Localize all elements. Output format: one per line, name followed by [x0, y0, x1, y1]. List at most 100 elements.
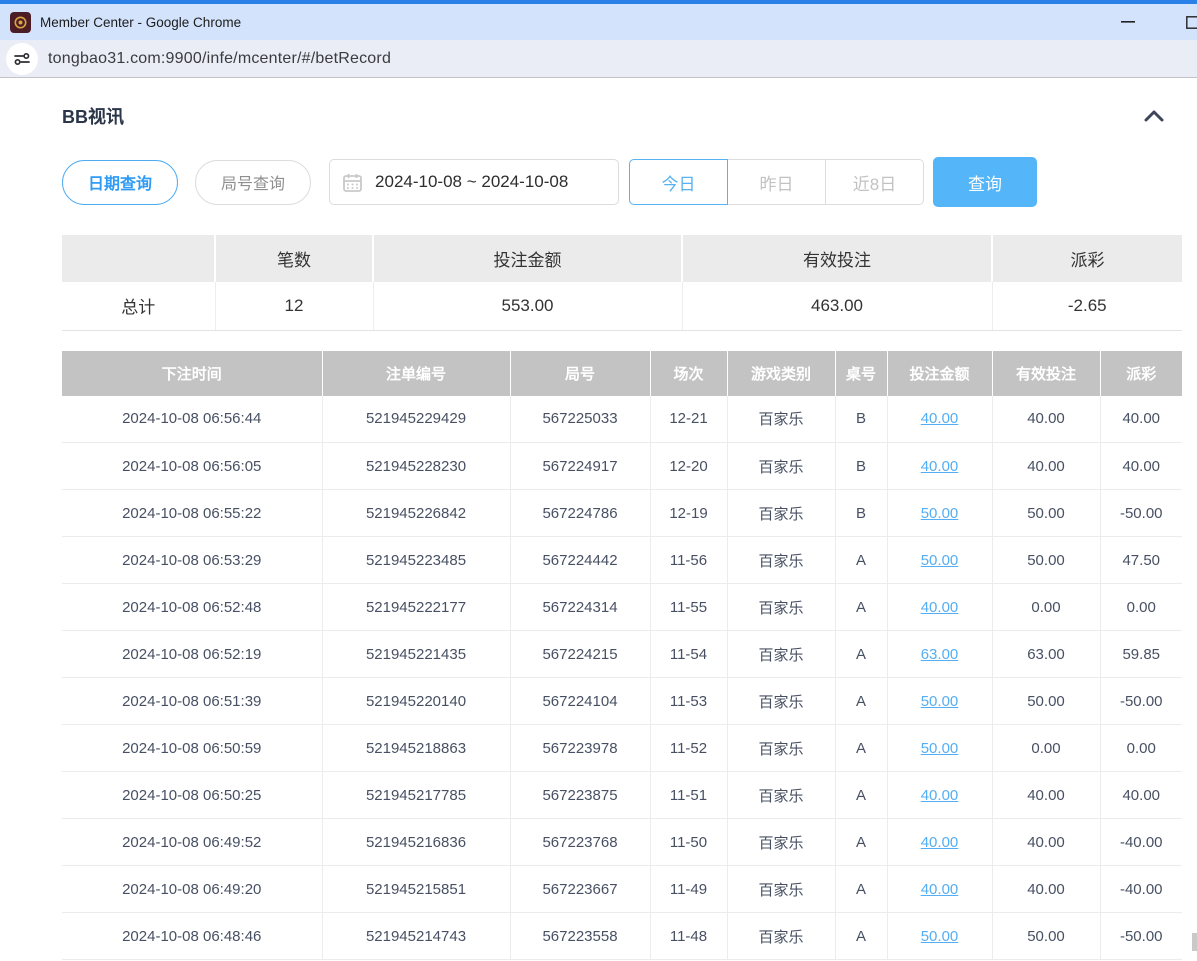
session-cell: 11-49	[650, 866, 727, 913]
game-type-cell: 百家乐	[727, 819, 835, 866]
bet-amount-link[interactable]: 40.00	[921, 881, 959, 898]
bet-amount-link[interactable]: 63.00	[921, 646, 959, 663]
game-type-cell: 百家乐	[727, 772, 835, 819]
url-bar[interactable]: tongbao31.com:9900/infe/mcenter/#/betRec…	[0, 40, 1197, 78]
valid-bet-cell: 0.00	[992, 725, 1100, 772]
url-text[interactable]: tongbao31.com:9900/infe/mcenter/#/betRec…	[48, 50, 391, 68]
records-header-row: 下注时间 注单编号 局号 场次 游戏类别 桌号 投注金额 有效投注 派彩	[62, 351, 1182, 396]
round-id-cell: 567224917	[510, 443, 650, 490]
bet-amount-cell: 40.00	[887, 443, 992, 490]
bet-time-cell: 2024-10-08 06:53:29	[62, 537, 322, 584]
game-type-cell: 百家乐	[727, 490, 835, 537]
scrollbar-thumb[interactable]	[1192, 933, 1197, 951]
session-cell: 11-50	[650, 819, 727, 866]
bet-id-cell: 521945218863	[322, 725, 510, 772]
bet-time-cell: 2024-10-08 06:55:22	[62, 490, 322, 537]
session-cell: 12-20	[650, 443, 727, 490]
table-no-cell: B	[835, 490, 887, 537]
bet-amount-cell: 40.00	[887, 866, 992, 913]
quick-range-group: 今日 昨日 近8日	[629, 159, 924, 205]
game-type-cell: 百家乐	[727, 725, 835, 772]
header-session: 场次	[650, 351, 727, 396]
table-no-cell: A	[835, 866, 887, 913]
game-type-cell: 百家乐	[727, 396, 835, 443]
bet-id-cell: 521945221435	[322, 631, 510, 678]
table-row: 2024-10-08 06:50:59521945218863567223978…	[62, 725, 1182, 772]
last-8-days-button[interactable]: 近8日	[825, 159, 924, 205]
window-titlebar[interactable]: Member Center - Google Chrome	[0, 0, 1197, 40]
session-cell: 11-56	[650, 537, 727, 584]
bet-amount-link[interactable]: 40.00	[921, 787, 959, 804]
bet-records-table: 下注时间 注单编号 局号 场次 游戏类别 桌号 投注金额 有效投注 派彩 202…	[62, 351, 1182, 961]
valid-bet-cell: 40.00	[992, 772, 1100, 819]
bet-amount-cell: 40.00	[887, 772, 992, 819]
bet-id-cell: 521945215851	[322, 866, 510, 913]
bet-amount-link[interactable]: 40.00	[921, 599, 959, 616]
minimize-button[interactable]	[1115, 9, 1141, 35]
round-id-cell: 567223667	[510, 866, 650, 913]
bet-amount-link[interactable]: 40.00	[921, 834, 959, 851]
valid-bet-cell: 40.00	[992, 819, 1100, 866]
valid-bet-cell: 40.00	[992, 866, 1100, 913]
date-query-tab[interactable]: 日期查询	[62, 160, 178, 205]
round-id-cell: 567224215	[510, 631, 650, 678]
payout-cell: -40.00	[1100, 819, 1182, 866]
bet-time-cell: 2024-10-08 06:51:39	[62, 678, 322, 725]
summary-valid-bet-value: 463.00	[682, 282, 992, 330]
maximize-button[interactable]	[1179, 9, 1197, 35]
table-row: 2024-10-08 06:49:52521945216836567223768…	[62, 819, 1182, 866]
bet-id-cell: 521945222177	[322, 584, 510, 631]
bet-amount-link[interactable]: 50.00	[921, 740, 959, 757]
bet-id-cell: 521945226842	[322, 490, 510, 537]
summary-payout-value: -2.65	[992, 282, 1182, 330]
summary-header-blank	[62, 235, 215, 282]
table-no-cell: A	[835, 772, 887, 819]
session-cell: 11-55	[650, 584, 727, 631]
bet-amount-cell: 40.00	[887, 396, 992, 443]
bet-id-cell: 521945220140	[322, 678, 510, 725]
bet-amount-link[interactable]: 40.00	[921, 458, 959, 475]
bet-amount-link[interactable]: 50.00	[921, 928, 959, 945]
bet-time-cell: 2024-10-08 06:52:19	[62, 631, 322, 678]
header-valid-bet: 有效投注	[992, 351, 1100, 396]
valid-bet-cell: 50.00	[992, 678, 1100, 725]
bet-time-cell: 2024-10-08 06:52:48	[62, 584, 322, 631]
round-id-cell: 567223768	[510, 819, 650, 866]
search-button[interactable]: 查询	[933, 157, 1037, 207]
today-button[interactable]: 今日	[629, 159, 728, 205]
chevron-up-icon[interactable]	[1144, 110, 1164, 122]
bet-amount-cell: 50.00	[887, 913, 992, 960]
round-id-cell: 567223978	[510, 725, 650, 772]
bet-amount-cell: 63.00	[887, 631, 992, 678]
payout-cell: 0.00	[1100, 584, 1182, 631]
summary-header-payout: 派彩	[992, 235, 1182, 282]
header-game-type: 游戏类别	[727, 351, 835, 396]
valid-bet-cell: 0.00	[992, 584, 1100, 631]
bet-time-cell: 2024-10-08 06:50:25	[62, 772, 322, 819]
session-cell: 11-53	[650, 678, 727, 725]
calendar-icon	[343, 173, 362, 192]
payout-cell: 40.00	[1100, 772, 1182, 819]
payout-cell: 40.00	[1100, 396, 1182, 443]
yesterday-button[interactable]: 昨日	[727, 159, 826, 205]
table-row: 2024-10-08 06:52:19521945221435567224215…	[62, 631, 1182, 678]
summary-table: 笔数 投注金额 有效投注 派彩 总计 12 553.00 463.00 -2.6…	[62, 235, 1182, 331]
game-type-cell: 百家乐	[727, 584, 835, 631]
round-query-tab[interactable]: 局号查询	[195, 160, 311, 205]
bet-amount-link[interactable]: 50.00	[921, 693, 959, 710]
header-table-no: 桌号	[835, 351, 887, 396]
table-no-cell: A	[835, 819, 887, 866]
page-title: BB视讯	[62, 103, 124, 129]
session-cell: 11-48	[650, 913, 727, 960]
bet-id-cell: 521945214743	[322, 913, 510, 960]
table-row: 2024-10-08 06:53:29521945223485567224442…	[62, 537, 1182, 584]
bet-amount-link[interactable]: 50.00	[921, 505, 959, 522]
bet-time-cell: 2024-10-08 06:56:05	[62, 443, 322, 490]
bet-amount-link[interactable]: 40.00	[921, 410, 959, 427]
round-id-cell: 567224104	[510, 678, 650, 725]
date-range-picker[interactable]: 2024-10-08 ~ 2024-10-08	[329, 159, 619, 205]
tune-icon[interactable]	[6, 43, 38, 75]
round-id-cell: 567223558	[510, 913, 650, 960]
bet-amount-link[interactable]: 50.00	[921, 552, 959, 569]
bet-id-cell: 521945217785	[322, 772, 510, 819]
